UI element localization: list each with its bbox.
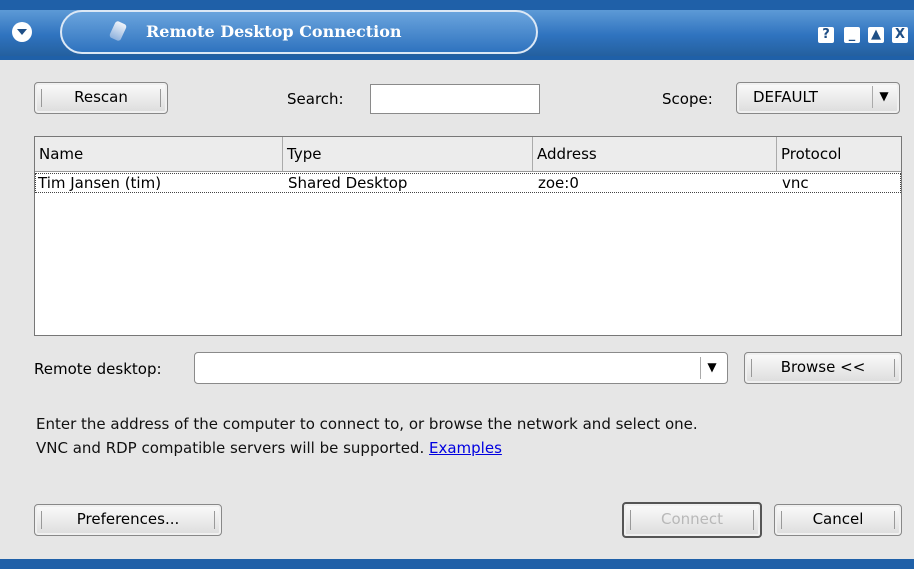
list-row[interactable]: Tim Jansen (tim) Shared Desktop zoe:0 vn… [35, 173, 901, 193]
button-edge [630, 510, 631, 530]
column-protocol[interactable]: Protocol [777, 137, 901, 171]
remote-desktop-combobox[interactable]: ▼ [194, 352, 728, 384]
row-type: Shared Desktop [288, 174, 408, 192]
button-edge [894, 359, 895, 377]
browse-label: Browse << [780, 358, 866, 376]
list-header: Name Type Address Protocol [35, 137, 901, 172]
row-name: Tim Jansen (tim) [38, 174, 162, 192]
button-edge [41, 511, 42, 529]
rescan-label: Rescan [74, 88, 128, 106]
rescan-button[interactable]: Rescan [34, 82, 168, 114]
button-edge [214, 511, 215, 529]
button-edge [894, 511, 895, 529]
button-edge [781, 511, 782, 529]
close-icon[interactable]: X [892, 27, 908, 43]
browse-button[interactable]: Browse << [744, 352, 902, 384]
window-title: Remote Desktop Connection [146, 22, 402, 41]
help-icon[interactable]: ? [818, 27, 834, 43]
examples-link[interactable]: Examples [429, 439, 502, 457]
dropdown-arrow-icon[interactable]: ▼ [700, 357, 723, 379]
window-bottom-border [0, 559, 914, 569]
column-address[interactable]: Address [533, 137, 777, 171]
maximize-icon[interactable]: ▲ [868, 27, 884, 43]
scope-label: Scope: [662, 90, 713, 108]
remote-desktop-label: Remote desktop: [34, 360, 162, 378]
scope-select[interactable]: DEFAULT ▼ [736, 82, 900, 114]
help-text: Enter the address of the computer to con… [36, 412, 698, 460]
connect-label: Connect [660, 510, 724, 528]
minimize-icon[interactable]: _ [844, 27, 860, 43]
desktop-list[interactable]: Name Type Address Protocol Tim Jansen (t… [34, 136, 902, 336]
connect-button[interactable]: Connect [622, 502, 762, 538]
help-line-1: Enter the address of the computer to con… [36, 415, 698, 433]
help-line-2-text: VNC and RDP compatible servers will be s… [36, 439, 425, 457]
cancel-button[interactable]: Cancel [774, 504, 902, 536]
title-bar[interactable]: Remote Desktop Connection ? _ ▲ X [0, 0, 914, 60]
help-line-2: VNC and RDP compatible servers will be s… [36, 436, 698, 460]
column-name[interactable]: Name [35, 137, 283, 171]
row-address: zoe:0 [538, 174, 579, 192]
button-edge [160, 89, 161, 107]
cancel-label: Cancel [812, 510, 864, 528]
scope-value: DEFAULT [753, 88, 818, 106]
search-label: Search: [287, 90, 344, 108]
column-type[interactable]: Type [283, 137, 533, 171]
search-input[interactable] [370, 84, 540, 114]
row-protocol: vnc [782, 174, 809, 192]
preferences-button[interactable]: Preferences... [34, 504, 222, 536]
button-edge [753, 510, 754, 530]
preferences-label: Preferences... [76, 510, 180, 528]
button-edge [751, 359, 752, 377]
dropdown-arrow-icon: ▼ [872, 86, 895, 108]
window-menu-icon[interactable] [12, 22, 32, 42]
button-edge [41, 89, 42, 107]
